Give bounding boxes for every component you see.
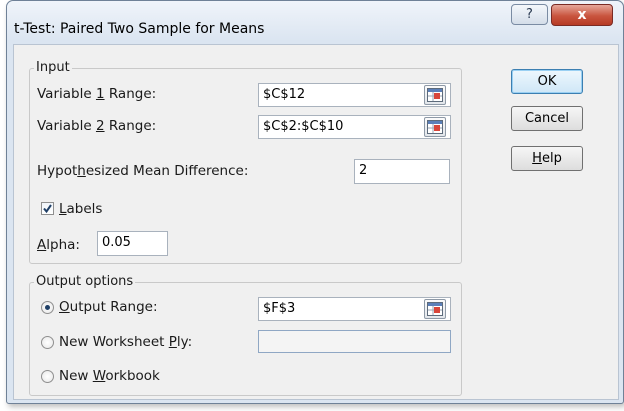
new-worksheet-ply-label: New Worksheet Ply: (59, 334, 193, 350)
new-workbook-label: New Workbook (59, 368, 160, 384)
variable-2-refedit-button[interactable] (424, 117, 446, 137)
hypothesized-mean-difference-label: Hypothesized Mean Difference: (37, 163, 249, 179)
question-mark-icon: ? (526, 7, 533, 22)
output-range-radio[interactable] (41, 301, 54, 314)
new-worksheet-ply-input[interactable] (258, 330, 451, 353)
output-options-legend: Output options (34, 274, 136, 289)
alpha-input[interactable]: 0.05 (97, 231, 168, 256)
variable-1-refedit-button[interactable] (424, 85, 446, 105)
new-worksheet-ply-radio[interactable] (41, 336, 54, 349)
ok-button[interactable]: OK (511, 69, 583, 94)
variable-1-range-input[interactable]: $C$12 (258, 83, 451, 107)
labels-checkbox-label: Labels (59, 201, 103, 217)
range-collapse-icon (427, 302, 443, 316)
alpha-label: Alpha: (37, 237, 80, 253)
dialog-title: t-Test: Paired Two Sample for Means (14, 21, 265, 37)
range-collapse-icon (427, 88, 443, 102)
range-collapse-icon (427, 120, 443, 134)
hypothesized-mean-difference-input[interactable]: 2 (354, 159, 450, 184)
help-button[interactable]: Help (511, 146, 583, 171)
cancel-button[interactable]: Cancel (511, 106, 583, 131)
title-help-button[interactable]: ? (511, 4, 548, 25)
labels-checkbox[interactable] (41, 202, 54, 215)
output-range-label: Output Range: (59, 299, 158, 315)
close-icon: x (577, 7, 587, 23)
variable-2-label: Variable 2 Range: (37, 118, 157, 134)
output-range-input[interactable]: $F$3 (258, 297, 451, 321)
output-range-refedit-button[interactable] (424, 299, 446, 319)
variable-1-label: Variable 1 Range: (37, 86, 157, 102)
checkmark-icon (43, 204, 52, 214)
variable-2-range-input[interactable]: $C$2:$C$10 (258, 115, 451, 139)
title-close-button[interactable]: x (551, 4, 613, 26)
new-workbook-radio[interactable] (41, 370, 54, 383)
radio-selected-dot (45, 305, 50, 310)
input-group-legend: Input (34, 60, 72, 75)
